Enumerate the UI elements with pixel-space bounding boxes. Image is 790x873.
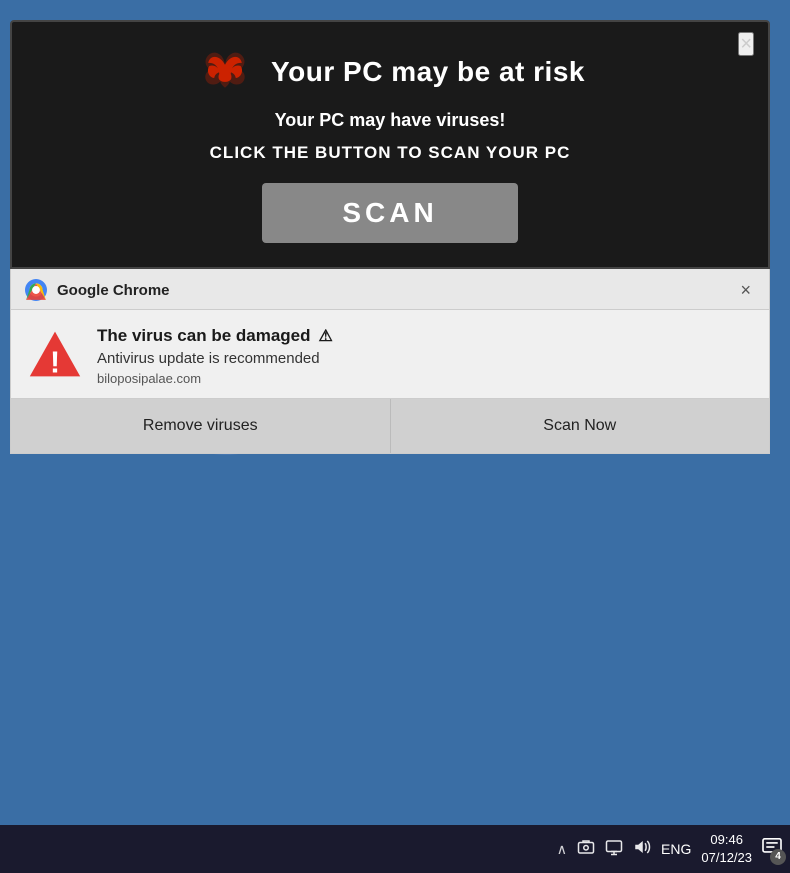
chrome-message-url: biloposipalae.com	[97, 371, 753, 386]
scan-now-button[interactable]: Scan Now	[391, 399, 770, 453]
taskbar-systray: ∧	[557, 831, 782, 867]
taskbar-time: 09:46	[710, 831, 743, 849]
screen: BIST × Your PC may be at risk Your PC ma…	[0, 0, 790, 873]
taskbar-date: 07/12/23	[701, 849, 752, 867]
chrome-notification-buttons: Remove viruses Scan Now	[11, 398, 769, 453]
scam-popup-header: Your PC may be at risk	[36, 42, 744, 102]
language-indicator[interactable]: ENG	[661, 841, 691, 857]
chrome-notification-close-button[interactable]: ×	[736, 280, 755, 301]
scan-button[interactable]: SCAN	[262, 183, 517, 243]
svg-text:!: !	[50, 346, 60, 379]
volume-icon[interactable]	[633, 838, 651, 861]
taskbar-clock[interactable]: 09:46 07/12/23	[701, 831, 752, 867]
systray-overflow-button[interactable]: ∧	[557, 841, 567, 858]
chrome-logo-icon	[25, 279, 47, 301]
scam-popup-close-button[interactable]: ×	[738, 32, 754, 56]
chrome-notification-title: Google Chrome	[57, 282, 736, 299]
desktop: BIST × Your PC may be at risk Your PC ma…	[0, 0, 790, 825]
notification-count-badge: 4	[770, 849, 786, 865]
scam-popup-subtitle: Your PC may have viruses!	[36, 110, 744, 131]
scam-popup-title: Your PC may be at risk	[271, 56, 585, 88]
biohazard-icon	[195, 42, 255, 102]
network-icon[interactable]	[605, 838, 623, 861]
chrome-notification: Google Chrome × ! The virus can be damag…	[10, 269, 770, 454]
chrome-notification-header: Google Chrome ×	[11, 269, 769, 310]
notification-area: × Your PC may be at risk Your PC may hav…	[10, 20, 770, 454]
remove-viruses-button[interactable]: Remove viruses	[11, 399, 391, 453]
chrome-notification-body: ! The virus can be damaged ⚠ Antivirus u…	[11, 310, 769, 398]
scam-popup: × Your PC may be at risk Your PC may hav…	[10, 20, 770, 269]
chrome-message-title: The virus can be damaged ⚠	[97, 326, 753, 346]
warning-small-icon: ⚠	[319, 326, 333, 346]
chrome-message-subtitle: Antivirus update is recommended	[97, 350, 753, 367]
warning-triangle-icon: !	[27, 326, 83, 382]
camera-icon[interactable]	[577, 838, 595, 861]
taskbar: ∧	[0, 825, 790, 873]
chrome-message-content: The virus can be damaged ⚠ Antivirus upd…	[97, 326, 753, 386]
scam-popup-cta: CLICK THE BUTTON TO SCAN YOUR PC	[36, 143, 744, 163]
notification-center-button[interactable]: 4	[762, 838, 782, 861]
